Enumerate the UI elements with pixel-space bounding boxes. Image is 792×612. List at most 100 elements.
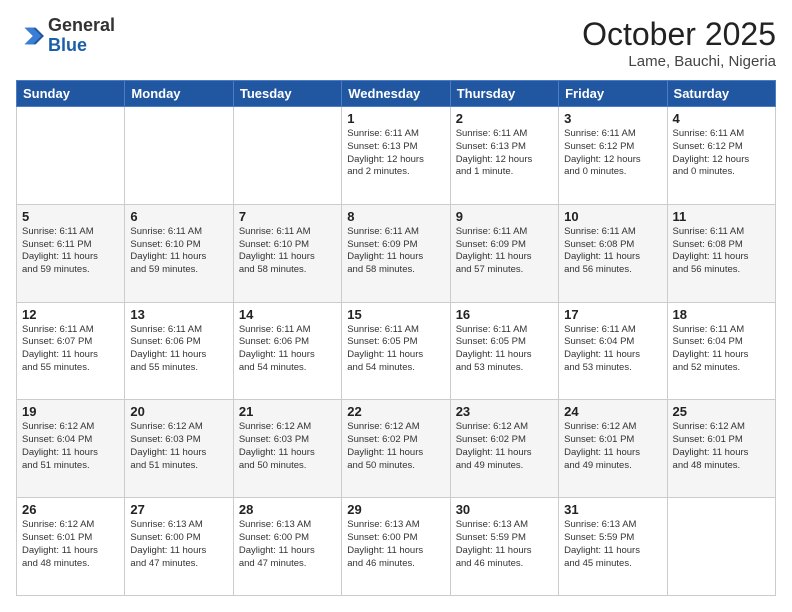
cell-text: Sunrise: 6:12 AM Sunset: 6:01 PM Dayligh…	[673, 421, 770, 472]
calendar-cell: 21Sunrise: 6:12 AM Sunset: 6:03 PM Dayli…	[233, 400, 341, 498]
calendar-cell: 31 Sunrise: 6:13 AM Sunset: 5:59 PM Dayli…	[559, 498, 667, 596]
calendar-cell: 16Sunrise: 6:11 AM Sunset: 6:05 PM Dayli…	[450, 302, 558, 400]
day-number: 27	[130, 502, 227, 517]
calendar-cell: 7 Sunrise: 6:11 AM Sunset: 6:10 PM Daylig…	[233, 204, 341, 302]
day-number: 17	[564, 307, 661, 322]
day-number: 2	[456, 111, 553, 126]
cell-text: Sunrise: 6:11 AM Sunset: 6:09 PM Dayligh…	[456, 226, 553, 277]
day-number: 30	[456, 502, 553, 517]
calendar-cell: 30 Sunrise: 6:13 AM Sunset: 5:59 PM Dayli…	[450, 498, 558, 596]
logo-general: General	[48, 15, 115, 35]
cell-text: Sunrise: 6:11 AM Sunset: 6:10 PM Dayligh…	[130, 226, 227, 277]
day-number: 9	[456, 209, 553, 224]
day-number: 28	[239, 502, 336, 517]
day-number: 24	[564, 404, 661, 419]
cell-text: Sunrise: 6:11 AM Sunset: 6:12 PM Dayligh…	[564, 128, 661, 179]
cell-text: Sunrise: 6:11 AM Sunset: 6:11 PM Dayligh…	[22, 226, 119, 277]
calendar-week-3: 12Sunrise: 6:11 AM Sunset: 6:07 PM Dayli…	[17, 302, 776, 400]
cell-text: Sunrise: 6:11 AM Sunset: 6:07 PM Dayligh…	[22, 324, 119, 375]
calendar-cell: 28 Sunrise: 6:13 AM Sunset: 6:00 PM Dayli…	[233, 498, 341, 596]
calendar-cell: 18 Sunrise: 6:11 AM Sunset: 6:04 PM Dayli…	[667, 302, 775, 400]
calendar-cell	[125, 107, 233, 205]
day-header-wednesday: Wednesday	[342, 81, 450, 107]
month-title: October 2025	[582, 16, 776, 53]
cell-text: Sunrise: 6:13 AM Sunset: 6:00 PM Dayligh…	[130, 519, 227, 570]
calendar-cell: 12Sunrise: 6:11 AM Sunset: 6:07 PM Dayli…	[17, 302, 125, 400]
calendar-cell: 8Sunrise: 6:11 AM Sunset: 6:09 PM Daylig…	[342, 204, 450, 302]
day-number: 4	[673, 111, 770, 126]
day-number: 25	[673, 404, 770, 419]
calendar-cell: 22Sunrise: 6:12 AM Sunset: 6:02 PM Dayli…	[342, 400, 450, 498]
calendar-cell	[233, 107, 341, 205]
cell-text: Sunrise: 6:13 AM Sunset: 6:00 PM Dayligh…	[239, 519, 336, 570]
day-header-friday: Friday	[559, 81, 667, 107]
cell-text: Sunrise: 6:11 AM Sunset: 6:10 PM Dayligh…	[239, 226, 336, 277]
calendar-cell: 13 Sunrise: 6:11 AM Sunset: 6:06 PM Dayli…	[125, 302, 233, 400]
day-header-saturday: Saturday	[667, 81, 775, 107]
cell-text: Sunrise: 6:11 AM Sunset: 6:06 PM Dayligh…	[130, 324, 227, 375]
day-number: 3	[564, 111, 661, 126]
calendar-cell: 26Sunrise: 6:12 AM Sunset: 6:01 PM Dayli…	[17, 498, 125, 596]
calendar-cell: 3 Sunrise: 6:11 AM Sunset: 6:12 PM Daylig…	[559, 107, 667, 205]
calendar-week-1: 1 Sunrise: 6:11 AM Sunset: 6:13 PM Daylig…	[17, 107, 776, 205]
logo-icon	[16, 22, 44, 50]
cell-text: Sunrise: 6:13 AM Sunset: 5:59 PM Dayligh…	[456, 519, 553, 570]
calendar-cell	[667, 498, 775, 596]
calendar-cell: 14 Sunrise: 6:11 AM Sunset: 6:06 PM Dayli…	[233, 302, 341, 400]
day-number: 20	[130, 404, 227, 419]
calendar-cell: 29Sunrise: 6:13 AM Sunset: 6:00 PM Dayli…	[342, 498, 450, 596]
day-number: 15	[347, 307, 444, 322]
calendar-cell: 5 Sunrise: 6:11 AM Sunset: 6:11 PM Daylig…	[17, 204, 125, 302]
calendar-week-2: 5 Sunrise: 6:11 AM Sunset: 6:11 PM Daylig…	[17, 204, 776, 302]
day-number: 5	[22, 209, 119, 224]
cell-text: Sunrise: 6:12 AM Sunset: 6:04 PM Dayligh…	[22, 421, 119, 472]
day-header-thursday: Thursday	[450, 81, 558, 107]
cell-text: Sunrise: 6:12 AM Sunset: 6:02 PM Dayligh…	[456, 421, 553, 472]
calendar-table: SundayMondayTuesdayWednesdayThursdayFrid…	[16, 80, 776, 596]
cell-text: Sunrise: 6:13 AM Sunset: 5:59 PM Dayligh…	[564, 519, 661, 570]
day-number: 18	[673, 307, 770, 322]
calendar-cell: 19 Sunrise: 6:12 AM Sunset: 6:04 PM Dayli…	[17, 400, 125, 498]
day-number: 19	[22, 404, 119, 419]
cell-text: Sunrise: 6:11 AM Sunset: 6:12 PM Dayligh…	[673, 128, 770, 179]
calendar-header-row: SundayMondayTuesdayWednesdayThursdayFrid…	[17, 81, 776, 107]
logo: General Blue	[16, 16, 115, 56]
cell-text: Sunrise: 6:12 AM Sunset: 6:02 PM Dayligh…	[347, 421, 444, 472]
calendar-cell: 17 Sunrise: 6:11 AM Sunset: 6:04 PM Dayli…	[559, 302, 667, 400]
day-number: 23	[456, 404, 553, 419]
calendar-week-5: 26Sunrise: 6:12 AM Sunset: 6:01 PM Dayli…	[17, 498, 776, 596]
location: Lame, Bauchi, Nigeria	[582, 53, 776, 70]
day-number: 13	[130, 307, 227, 322]
calendar-cell: 11 Sunrise: 6:11 AM Sunset: 6:08 PM Dayli…	[667, 204, 775, 302]
day-number: 11	[673, 209, 770, 224]
logo-blue: Blue	[48, 35, 87, 55]
cell-text: Sunrise: 6:11 AM Sunset: 6:06 PM Dayligh…	[239, 324, 336, 375]
cell-text: Sunrise: 6:11 AM Sunset: 6:09 PM Dayligh…	[347, 226, 444, 277]
calendar-cell: 27 Sunrise: 6:13 AM Sunset: 6:00 PM Dayli…	[125, 498, 233, 596]
cell-text: Sunrise: 6:12 AM Sunset: 6:01 PM Dayligh…	[564, 421, 661, 472]
day-number: 1	[347, 111, 444, 126]
day-number: 26	[22, 502, 119, 517]
cell-text: Sunrise: 6:11 AM Sunset: 6:08 PM Dayligh…	[564, 226, 661, 277]
calendar-cell: 10 Sunrise: 6:11 AM Sunset: 6:08 PM Dayli…	[559, 204, 667, 302]
day-number: 31	[564, 502, 661, 517]
cell-text: Sunrise: 6:11 AM Sunset: 6:04 PM Dayligh…	[673, 324, 770, 375]
calendar-cell: 20Sunrise: 6:12 AM Sunset: 6:03 PM Dayli…	[125, 400, 233, 498]
day-number: 16	[456, 307, 553, 322]
day-number: 21	[239, 404, 336, 419]
calendar-cell: 9 Sunrise: 6:11 AM Sunset: 6:09 PM Daylig…	[450, 204, 558, 302]
day-header-monday: Monday	[125, 81, 233, 107]
cell-text: Sunrise: 6:11 AM Sunset: 6:04 PM Dayligh…	[564, 324, 661, 375]
day-header-tuesday: Tuesday	[233, 81, 341, 107]
calendar-cell	[17, 107, 125, 205]
logo-text: General Blue	[48, 16, 115, 56]
title-block: October 2025 Lame, Bauchi, Nigeria	[582, 16, 776, 70]
day-number: 14	[239, 307, 336, 322]
day-header-sunday: Sunday	[17, 81, 125, 107]
cell-text: Sunrise: 6:11 AM Sunset: 6:08 PM Dayligh…	[673, 226, 770, 277]
day-number: 10	[564, 209, 661, 224]
calendar-cell: 4 Sunrise: 6:11 AM Sunset: 6:12 PM Daylig…	[667, 107, 775, 205]
calendar-cell: 24 Sunrise: 6:12 AM Sunset: 6:01 PM Dayli…	[559, 400, 667, 498]
cell-text: Sunrise: 6:11 AM Sunset: 6:13 PM Dayligh…	[347, 128, 444, 179]
day-number: 7	[239, 209, 336, 224]
